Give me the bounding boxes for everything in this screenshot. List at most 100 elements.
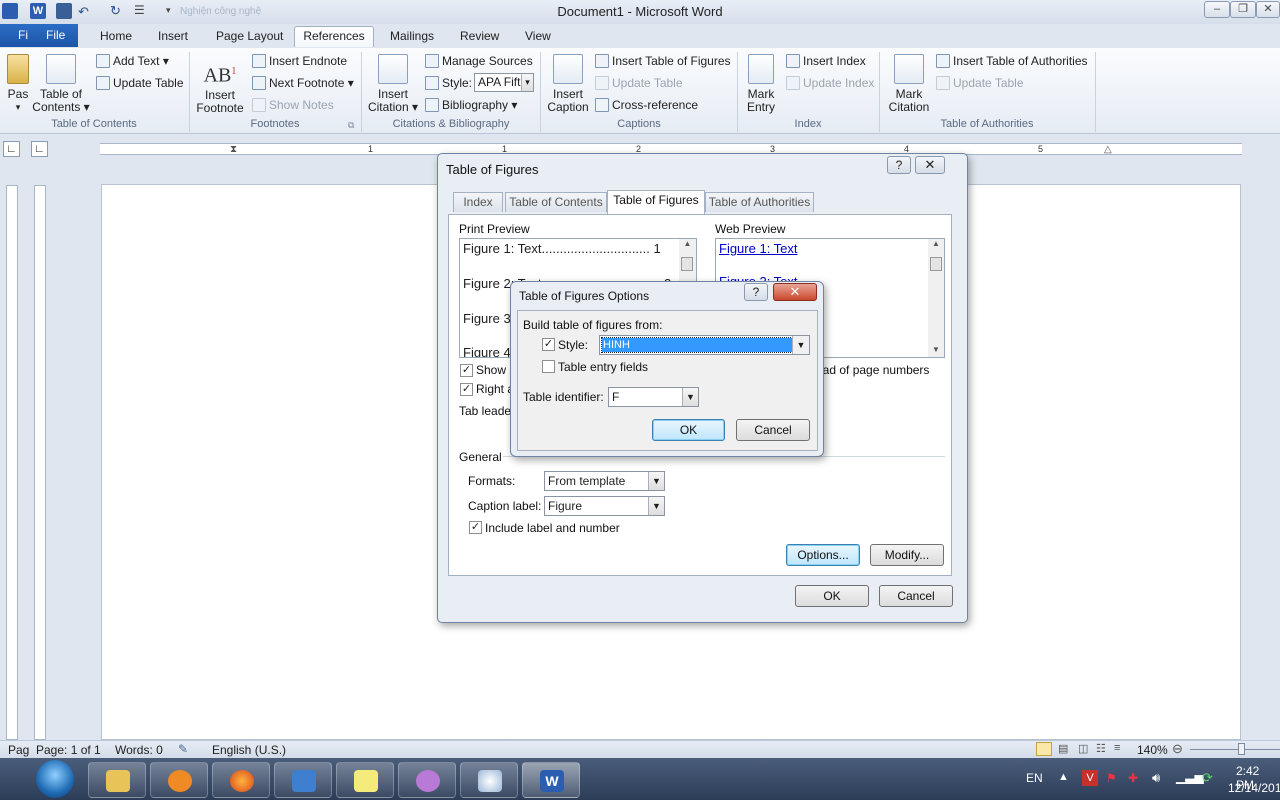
vertical-ruler[interactable] <box>6 185 18 740</box>
full-screen-reading-icon[interactable]: ▤ <box>1058 742 1068 755</box>
close-dialog-button[interactable]: ✕ <box>915 156 945 174</box>
tab-index[interactable]: Index <box>453 192 503 212</box>
status-page[interactable]: Page: 1 of 1 <box>36 743 101 757</box>
tab-table-of-contents[interactable]: Table of Contents <box>505 192 607 212</box>
modify-button[interactable]: Modify... <box>870 544 944 566</box>
network-warning-icon[interactable]: ✚ <box>1128 771 1138 785</box>
manage-sources-button[interactable]: Manage Sources <box>425 52 533 70</box>
ok-button[interactable]: OK <box>795 585 869 607</box>
show-hidden-icons-icon[interactable]: ▲ <box>1058 771 1069 783</box>
insert-endnote-button[interactable]: Insert Endnote <box>252 52 347 70</box>
tab-home[interactable]: Home <box>94 27 138 48</box>
mark-entry-button[interactable]: Mark Entry <box>742 54 780 114</box>
taskbar-chat[interactable] <box>398 762 456 798</box>
scroll-down-icon[interactable]: ▼ <box>928 345 944 354</box>
tab-view[interactable]: View <box>519 27 557 48</box>
update-toc-button[interactable]: Update Table <box>96 74 184 92</box>
update-toa-button[interactable]: Update Table <box>936 74 1024 92</box>
zoom-slider-thumb[interactable] <box>1238 743 1245 755</box>
show-page-numbers-checkbox[interactable]: ✓ <box>460 364 473 377</box>
clock-date[interactable]: 12/14/201 <box>1228 781 1280 795</box>
left-indent-marker[interactable]: ⧗ <box>230 144 237 155</box>
tab-insert[interactable]: Insert <box>152 27 194 48</box>
close-window-button[interactable]: ✕ <box>1256 1 1280 18</box>
right-align-checkbox[interactable]: ✓ <box>460 383 473 396</box>
include-label-checkbox[interactable]: ✓ <box>469 521 482 534</box>
tab-references[interactable]: References <box>294 26 374 47</box>
options-cancel-button[interactable]: Cancel <box>736 419 810 441</box>
tab-review[interactable]: Review <box>454 27 505 48</box>
taskbar-firefox[interactable] <box>212 762 270 798</box>
web-preview-scrollbar[interactable]: ▲ ▼ <box>928 239 944 357</box>
bibliography-button[interactable]: Bibliography ▾ <box>425 96 517 114</box>
signal-icon[interactable]: ▁▃▅ <box>1176 770 1204 784</box>
insert-toa-button[interactable]: Insert Table of Authorities <box>936 52 1088 70</box>
cross-reference-button[interactable]: Cross-reference <box>595 96 698 114</box>
tab-selector-button[interactable]: ∟ <box>3 141 20 157</box>
volume-icon[interactable]: 🔊︎ <box>1152 770 1160 786</box>
taskbar-word[interactable]: W <box>522 762 580 798</box>
language-indicator[interactable]: EN <box>1026 771 1043 785</box>
insert-index-button[interactable]: Insert Index <box>786 52 866 70</box>
tab-page-layout[interactable]: Page Layout <box>210 27 289 48</box>
zoom-slider[interactable] <box>1190 749 1280 750</box>
insert-caption-button[interactable]: Insert Caption <box>544 54 592 114</box>
print-layout-icon[interactable] <box>1036 742 1052 756</box>
style-select[interactable]: HINH ▼ <box>599 335 810 355</box>
add-text-button[interactable]: Add Text ▾ <box>96 52 169 70</box>
draft-icon[interactable]: ≡ <box>1114 742 1120 754</box>
web-preview-link[interactable]: Figure 1: Text <box>719 241 798 256</box>
style-checkbox[interactable]: ✓ <box>542 338 555 351</box>
sync-icon[interactable]: ⟳ <box>1202 770 1213 786</box>
insert-table-of-figures-button[interactable]: Insert Table of Figures <box>595 52 731 70</box>
options-close-button[interactable]: ✕ <box>773 283 817 301</box>
next-footnote-button[interactable]: Next Footnote ▾ <box>252 74 354 92</box>
taskbar-sticky-notes[interactable] <box>336 762 394 798</box>
mark-citation-button[interactable]: Mark Citation <box>884 54 934 114</box>
antivirus-icon[interactable]: V <box>1082 770 1098 786</box>
update-tof-button[interactable]: Update Table <box>595 74 683 92</box>
cancel-button[interactable]: Cancel <box>879 585 953 607</box>
outline-icon[interactable]: ☷ <box>1096 742 1106 755</box>
zoom-level[interactable]: 140% <box>1137 743 1168 757</box>
taskbar-media-player[interactable] <box>150 762 208 798</box>
citation-style-select[interactable]: APA Fiftl ▾ <box>474 73 534 92</box>
options-ok-button[interactable]: OK <box>652 419 725 441</box>
insert-footnote-button[interactable]: AB1 Insert Footnote <box>194 54 246 115</box>
show-notes-button[interactable]: Show Notes <box>252 96 334 114</box>
options-button[interactable]: Options... <box>786 544 860 566</box>
status-words[interactable]: Words: 0 <box>115 743 163 757</box>
scrollbar-thumb[interactable] <box>681 257 693 271</box>
file-tab[interactable]: Fi File <box>0 24 78 47</box>
web-layout-icon[interactable]: ◫ <box>1078 742 1088 755</box>
flag-icon[interactable]: ⚑ <box>1106 771 1117 785</box>
taskbar-paint[interactable] <box>460 762 518 798</box>
dialog-launcher-icon[interactable]: ⧉ <box>348 120 354 131</box>
citation-style-control[interactable]: Style: <box>425 74 472 92</box>
taskbar-explorer[interactable] <box>88 762 146 798</box>
vertical-ruler-secondary[interactable] <box>34 185 46 740</box>
scrollbar-thumb[interactable] <box>930 257 942 271</box>
table-entry-fields-checkbox[interactable] <box>542 360 555 373</box>
caption-label-select[interactable]: Figure ▼ <box>544 496 665 516</box>
table-of-contents-button[interactable]: Table of Contents ▾ <box>32 54 90 114</box>
formats-select[interactable]: From template ▼ <box>544 471 665 491</box>
tab-table-of-authorities[interactable]: Table of Authorities <box>705 192 814 212</box>
tab-table-of-figures[interactable]: Table of Figures <box>607 190 705 214</box>
paste-button[interactable]: Pas ▾ <box>4 54 32 114</box>
start-button[interactable] <box>36 760 74 798</box>
tab-mailings[interactable]: Mailings <box>384 27 440 48</box>
tab-stop-icon[interactable]: ∟ <box>31 141 48 157</box>
status-language[interactable]: English (U.S.) <box>212 743 286 757</box>
table-identifier-select[interactable]: F ▼ <box>608 387 699 407</box>
minimize-button[interactable]: – <box>1204 1 1230 18</box>
help-button[interactable]: ? <box>887 156 911 174</box>
proofing-icon[interactable]: ✎ <box>178 742 188 756</box>
insert-citation-button[interactable]: Insert Citation ▾ <box>366 54 420 114</box>
taskbar-app-blue[interactable] <box>274 762 332 798</box>
zoom-out-icon[interactable]: ⊖ <box>1172 741 1183 757</box>
options-help-button[interactable]: ? <box>744 283 768 301</box>
right-indent-marker[interactable]: △ <box>1104 144 1112 155</box>
maximize-button[interactable]: ❐ <box>1230 1 1256 18</box>
update-index-button[interactable]: Update Index <box>786 74 874 92</box>
